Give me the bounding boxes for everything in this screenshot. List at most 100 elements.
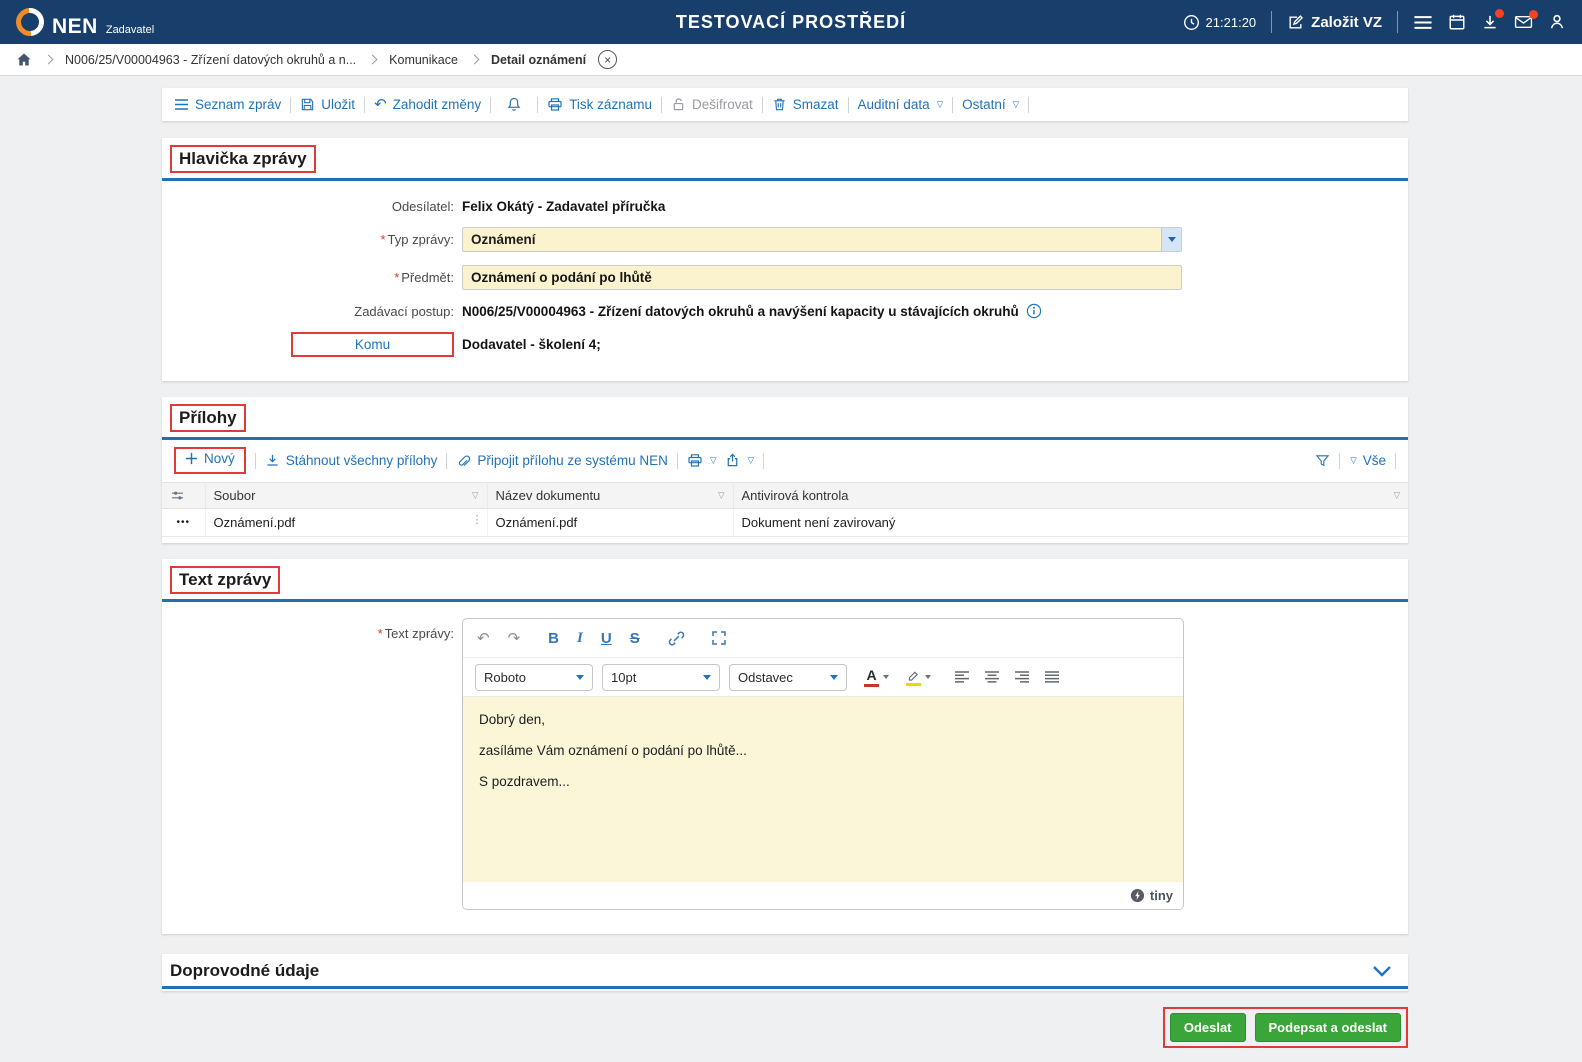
chevron-down-icon [576,674,584,680]
bold-icon[interactable]: B [546,629,561,648]
nen-logo-icon [10,1,50,42]
align-right-icon[interactable] [1012,668,1032,686]
breadcrumb-item-current[interactable]: Detail oznámení [491,53,586,67]
stahnout-prilohy-button[interactable]: Stáhnout všechny přílohy [265,453,437,468]
pripojit-prilohu-button[interactable]: Připojit přílohu ze systému NEN [456,453,668,469]
notifications-bell-button[interactable] [500,96,528,113]
breadcrumb-item-komunikace[interactable]: Komunikace [389,53,458,67]
odeslat-button[interactable]: Odeslat [1169,1013,1246,1042]
nen-logo[interactable]: NEN Zadavatel [10,1,154,42]
filter-dropdown-icon[interactable]: ▽ [1393,490,1400,501]
link-icon[interactable] [666,628,687,649]
podepsat-a-odeslat-button[interactable]: Podepsat a odeslat [1254,1013,1401,1042]
close-tab-icon[interactable]: × [598,50,618,69]
auditni-data-button[interactable]: Auditní data ▽ [858,97,944,112]
required-marker: * [377,626,383,641]
header-actions: 21:21:20 Založit VZ [1183,9,1566,33]
separator [847,96,849,113]
highlight-color-button[interactable] [904,668,923,687]
align-justify-icon[interactable] [1042,668,1062,686]
zahodit-zmeny-button[interactable]: ↶ Zahodit změny [374,97,481,112]
page-actions: Odeslat Podepsat a odeslat [162,1007,1408,1048]
tisk-zaznamu-button[interactable]: Tisk záznamu [547,97,652,112]
filter-dropdown-icon[interactable]: ▽ [718,490,725,501]
pencil-square-icon [1287,14,1304,31]
export-icon [725,453,740,468]
annotation-box: Text zprávy [170,566,281,594]
ostatni-button[interactable]: Ostatní ▽ [962,97,1019,112]
vse-filter-button[interactable]: ▽ Vše [1349,453,1386,468]
editor-paragraph: S pozdravem... [479,774,570,789]
record-toolbar: Seznam zpráv Uložit ↶ Zahodit změny Tisk… [162,88,1408,121]
align-center-icon[interactable] [982,668,1002,686]
column-header-nazev[interactable]: Název dokumentu ▽ [487,482,734,509]
font-size-select[interactable]: 10pt [602,663,720,691]
create-vz-label: Založit VZ [1311,13,1382,31]
annotation-box: Hlavička zprávy [170,145,316,173]
strikethrough-icon[interactable]: S [628,629,642,648]
predmet-input[interactable] [462,265,1182,290]
section-title: Doprovodné údaje [170,961,320,980]
novy-button[interactable]: Nový [185,451,235,466]
editor-content-area[interactable]: Dobrý den, zasíláme Vám oznámení o podán… [463,697,1183,882]
typ-zpravy-select[interactable]: Oznámení [462,227,1182,252]
calendar-icon[interactable] [1448,13,1466,31]
dropdown-icon[interactable] [1161,228,1181,251]
print-attachments-button[interactable]: ▽ [687,453,716,468]
row-settings-icon[interactable] [162,482,206,509]
section-title: Text zprávy [179,570,272,589]
attachments-table: Soubor ▽ Název dokumentu ▽ Antivirová kont… [162,482,1408,537]
plus-icon [185,452,198,465]
cell-antivir: Dokument není zavirovaný [733,508,1408,537]
breadcrumb-item-procedure[interactable]: N006/25/V00004963 - Zřízení datových okr… [65,53,356,67]
komu-button[interactable]: Komu [349,336,396,353]
editor-toolbar-row2: Roboto 10pt Odstavec A [463,658,1183,697]
chevron-down-icon [830,674,838,680]
cell-nazev: Oznámení.pdf [487,508,734,537]
downloads-icon[interactable] [1481,9,1504,31]
text-color-button[interactable]: A [862,667,881,688]
separator [537,96,539,113]
table-row[interactable]: ••• Oznámení.pdf ⋮ Oznámení.pdf Dokument… [162,508,1408,537]
italic-icon[interactable]: I [575,629,585,648]
filter-icon[interactable] [1315,454,1330,468]
undo-icon[interactable]: ↶ [475,629,492,648]
tiny-logo-icon [1130,888,1145,903]
create-vz-button[interactable]: Založit VZ [1287,14,1382,31]
separator [290,96,292,113]
row-menu-icon[interactable]: ••• [162,508,206,537]
messages-icon[interactable] [1514,10,1538,30]
redo-icon[interactable]: ↷ [506,629,523,648]
column-handle-icon[interactable]: ⋮ [472,515,483,526]
paragraph-format-select[interactable]: Odstavec [729,663,847,691]
filter-dropdown-icon[interactable]: ▽ [472,490,479,501]
column-header-soubor[interactable]: Soubor ▽ [205,482,488,509]
chevron-down-icon[interactable] [883,675,889,679]
underline-icon[interactable]: U [599,629,614,648]
attachments-toolbar: Nový Stáhnout všechny přílohy Připojit p… [162,440,1408,480]
separator [952,96,954,113]
ulozit-button[interactable]: Uložit [300,97,355,112]
annotation-box: Komu [291,332,454,357]
rich-text-editor: ↶ ↷ B I U S Roboto 10pt Odstavec A Dobrý… [462,618,1184,910]
smazat-button[interactable]: Smazat [772,97,839,112]
user-icon[interactable] [1548,13,1566,31]
separator [1028,96,1030,113]
section-text-zpravy: Text zprávy * Text zprávy: ↶ ↷ B I U S R… [162,559,1408,934]
separator [446,452,448,469]
annotation-box: Odeslat Podepsat a odeslat [1162,1007,1408,1048]
fullscreen-icon[interactable] [709,628,729,648]
info-icon[interactable] [1026,303,1042,319]
menu-icon[interactable] [1413,15,1433,30]
typ-zpravy-label: * Typ zprávy: [380,232,454,247]
column-header-antivir[interactable]: Antivirová kontrola ▽ [733,482,1408,509]
chevron-down-icon[interactable] [925,675,931,679]
dropdown-icon: ▽ [1012,99,1020,110]
export-attachments-button[interactable]: ▽ [725,453,754,468]
expand-section-icon[interactable] [1364,963,1400,979]
home-icon[interactable] [16,52,32,67]
align-left-icon[interactable] [952,668,972,686]
font-family-select[interactable]: Roboto [475,663,593,691]
editor-toolbar-row1: ↶ ↷ B I U S [463,619,1183,658]
seznam-zprav-button[interactable]: Seznam zpráv [174,97,281,112]
